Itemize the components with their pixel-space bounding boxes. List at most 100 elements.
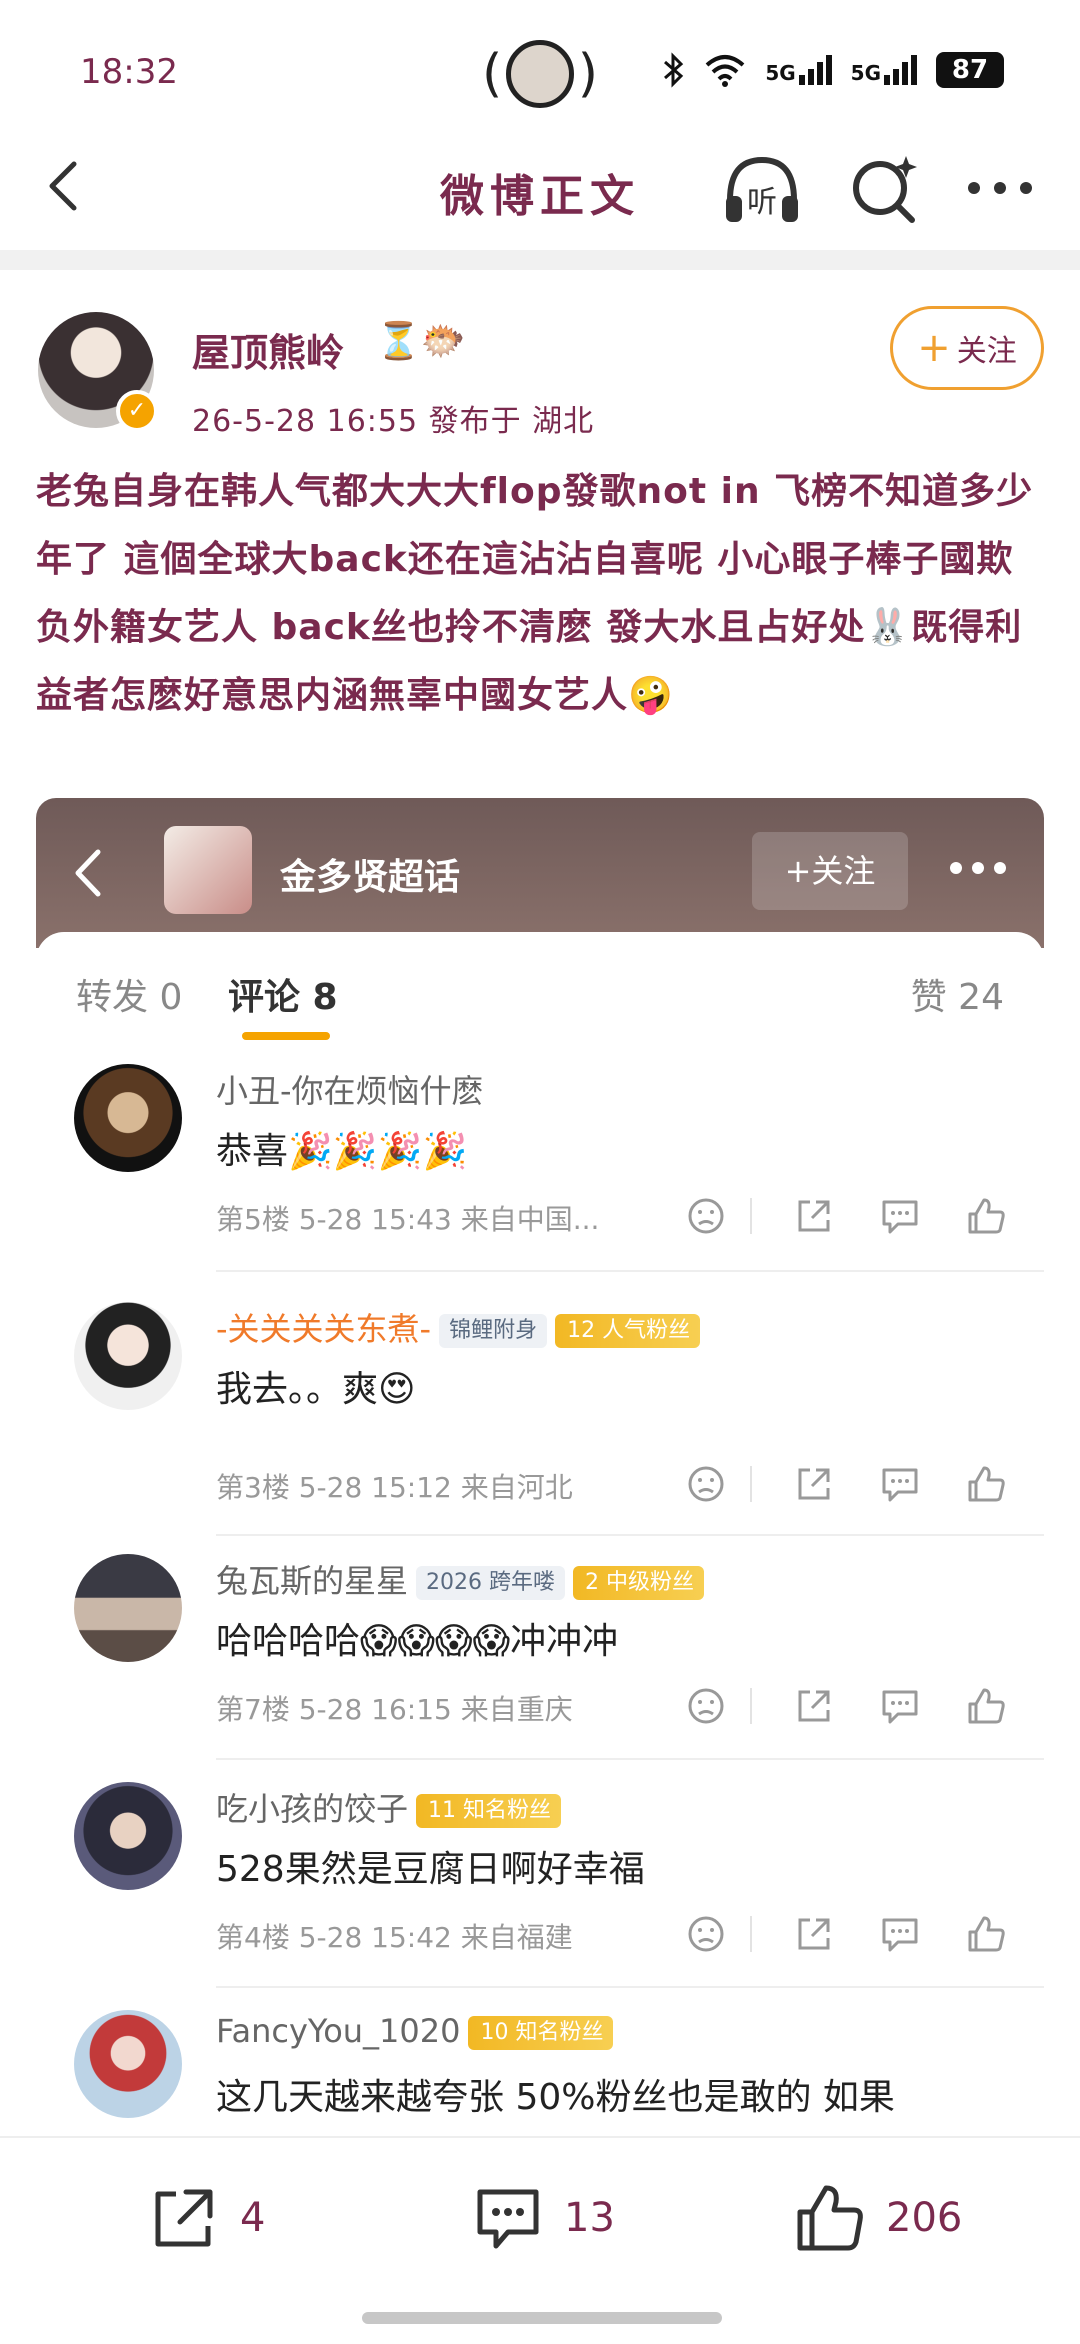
comment-button[interactable]: 13 <box>470 2180 615 2256</box>
embed-comments-panel: 转发 0 评论 8 赞 24 小丑-你在烦恼什麽 恭喜🎉🎉🎉🎉 第5楼 5-28… <box>36 932 1044 2138</box>
fan-level-badge: 10 知名粉丝 <box>468 2016 614 2050</box>
commenter-name-row: 兔瓦斯的星星 2026 跨年喽 2 中级粉丝 <box>216 1556 704 1602</box>
signal-bars-icon <box>884 55 917 85</box>
post-body-text: 老兔自身在韩人气都大大大flop發歌not in 飞榜不知道多少年了 這個全球大… <box>36 471 1034 716</box>
battery-indicator: 87 <box>936 52 1004 88</box>
comment-actions <box>682 1682 1044 1730</box>
commenter-name: 吃小孩的饺子 <box>216 1790 409 1828</box>
commenter-avatar <box>74 2010 182 2118</box>
commenter-avatar <box>74 1064 182 1172</box>
supertopic-thumbnail <box>164 826 252 914</box>
embed-header: 金多贤超话 +关注 <box>36 798 1044 948</box>
verified-badge-icon: ✓ <box>116 390 158 432</box>
reply-icon <box>882 1690 918 1724</box>
comment-text: 528果然是豆腐日啊好幸福 <box>216 1849 645 1890</box>
commenter-name-row: 吃小孩的饺子 11 知名粉丝 <box>216 1784 562 1830</box>
like-icon <box>968 1688 1005 1724</box>
embed-back-icon <box>75 849 101 897</box>
comment-text: 哈哈哈哈😱😱😱😱冲冲冲 <box>216 1621 619 1662</box>
comment-count: 13 <box>564 2195 615 2241</box>
section-divider <box>0 250 1080 270</box>
like-button[interactable]: 206 <box>792 2180 962 2256</box>
fan-level-badge: 12 人气粉丝 <box>555 1314 701 1348</box>
commenter-badge: 2026 跨年喽 <box>416 1566 565 1600</box>
top-nav-bar: 微博正文 听 <box>0 130 1080 250</box>
tab-repost: 转发 0 <box>76 977 183 1018</box>
embed-follow-button: +关注 <box>752 832 908 910</box>
comment-text: 这几天越来越夸张 50%粉丝也是敢的 如果 <box>216 2077 895 2118</box>
more-options-icon[interactable] <box>960 158 1040 218</box>
comment-item: 兔瓦斯的星星 2026 跨年喽 2 中级粉丝 哈哈哈哈😱😱😱😱冲冲冲 第7楼 5-2… <box>36 1554 1044 1774</box>
comment-text: 我去。。爽😍 <box>216 1369 416 1410</box>
dynamic-island: ( ) <box>482 36 598 112</box>
cell-signal-1: 5G <box>765 55 832 85</box>
commenter-name: 兔瓦斯的星星 <box>216 1562 409 1600</box>
dislike-face-icon <box>688 1916 724 1952</box>
reply-icon <box>882 1918 918 1952</box>
headphones-icon: 听 <box>726 156 798 222</box>
fan-level-badge: 2 中级粉丝 <box>573 1566 704 1600</box>
comment-actions <box>682 1460 1044 1508</box>
comment-actions <box>682 1192 1044 1240</box>
author-emoji-badges: ⏳🐡 <box>376 321 466 362</box>
bluetooth-icon <box>664 52 684 88</box>
tab-likes: 赞 24 <box>910 977 1004 1018</box>
listen-button[interactable]: 听 <box>720 148 804 232</box>
follow-label: 关注 <box>956 334 1017 369</box>
comment-divider <box>216 1758 1044 1760</box>
embed-tabs: 转发 0 评论 8 赞 24 <box>36 932 1044 1044</box>
dislike-face-icon <box>688 1466 724 1502</box>
repost-share-icon <box>155 2189 213 2247</box>
embedded-screenshot[interactable]: 金多贤超话 +关注 转发 0 评论 8 赞 24 小丑-你在烦恼什麽 恭喜🎉🎉🎉… <box>36 798 1044 2138</box>
comment-item: 吃小孩的饺子 11 知名粉丝 528果然是豆腐日啊好幸福 第4楼 5-28 15:… <box>36 1782 1044 2002</box>
author-name[interactable]: 屋顶熊岭 <box>192 322 344 377</box>
share-icon <box>798 1690 830 1722</box>
embed-more-icon <box>950 862 1006 874</box>
embed-title: 金多贤超话 <box>280 857 461 898</box>
comment-meta: 第5楼 5-28 15:43 来自中国... <box>216 1203 600 1236</box>
comment-divider <box>216 1986 1044 1988</box>
tab-comments: 评论 8 <box>228 977 338 1018</box>
reply-icon <box>882 1468 918 1502</box>
commenter-avatar <box>74 1554 182 1662</box>
thumbs-up-icon <box>797 2185 863 2251</box>
commenter-name: 小丑-你在烦恼什麽 <box>216 1072 484 1110</box>
comment-divider <box>216 1270 1044 1272</box>
commenter-name: FancyYou_1020 <box>216 2012 461 2050</box>
like-icon <box>968 1198 1005 1234</box>
status-bar: 18:32 ( ) 5G 5G 87 <box>0 0 1080 130</box>
share-icon <box>798 1918 830 1950</box>
island-avatar <box>506 40 574 108</box>
comment-divider <box>216 1534 1044 1536</box>
comment-meta: 第7楼 5-28 16:15 来自重庆 <box>216 1693 573 1726</box>
post-meta: 26-5-28 16:55 發布于 湖北 <box>192 404 595 439</box>
search-icon[interactable] <box>846 150 922 226</box>
reply-icon <box>882 1200 918 1234</box>
signal-bars-icon <box>798 55 832 85</box>
comment-item: FancyYou_1020 10 知名粉丝 这几天越来越夸张 50%粉丝也是敢的 … <box>36 2010 1044 2138</box>
wifi-icon <box>705 55 745 87</box>
comment-bubble-icon <box>477 2189 539 2249</box>
status-icons: 5G 5G 87 <box>661 52 1004 88</box>
status-time: 18:32 <box>80 52 178 92</box>
comment-actions <box>682 1910 1044 1958</box>
commenter-avatar <box>74 1302 182 1410</box>
comment-text: 恭喜🎉🎉🎉🎉 <box>216 1131 468 1172</box>
island-right-bracket: ) <box>577 44 598 104</box>
follow-button[interactable]: + 关注 <box>890 306 1044 390</box>
commenter-name: -关关关关东煮- <box>216 1310 432 1348</box>
fan-level-badge: 11 知名粉丝 <box>416 1794 562 1828</box>
embed-follow-label: 关注 <box>811 852 876 890</box>
comment-meta: 第4楼 5-28 15:42 来自福建 <box>216 1921 573 1954</box>
dislike-face-icon <box>688 1688 724 1724</box>
commenter-badge: 锦鲤附身 <box>439 1314 548 1348</box>
comment-meta: 第3楼 5-28 15:12 来自河北 <box>216 1471 573 1504</box>
like-icon <box>968 1466 1005 1502</box>
repost-count: 4 <box>240 2195 266 2241</box>
repost-button[interactable]: 4 <box>146 2180 265 2256</box>
commenter-name-row: FancyYou_1020 10 知名粉丝 <box>216 2012 614 2050</box>
share-icon <box>798 1200 830 1232</box>
commenter-name-row: -关关关关东煮- 锦鲤附身 12 人气粉丝 <box>216 1304 701 1350</box>
home-indicator[interactable] <box>362 2312 722 2324</box>
like-count: 206 <box>886 2195 963 2241</box>
